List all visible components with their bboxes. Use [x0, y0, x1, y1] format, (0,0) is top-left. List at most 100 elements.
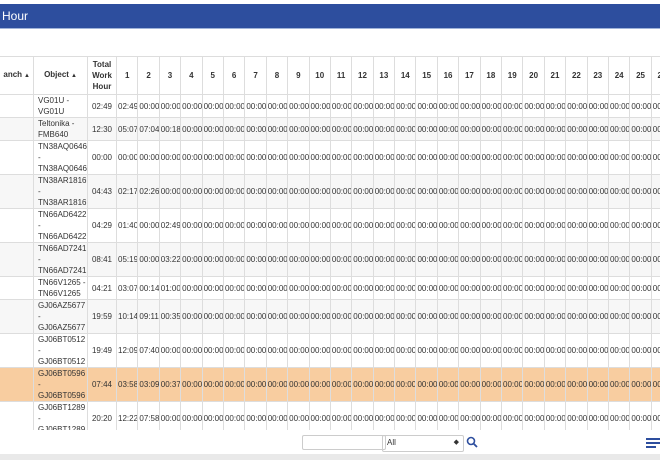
cell-branch: neethan	[0, 276, 34, 300]
cell-day-hours: 00:00	[479, 367, 503, 402]
table-row[interactable]: neethanTN66V1265 - TN66V126504:2103:0700…	[0, 276, 660, 300]
menu-icon[interactable]	[646, 437, 660, 449]
cell-day-hours: 00:00	[565, 208, 588, 243]
cell-day-hours: 00:00	[629, 242, 652, 277]
column-header-day[interactable]: 19	[501, 56, 524, 95]
column-header-day[interactable]: 25	[629, 56, 652, 95]
column-header-day[interactable]: 22	[565, 56, 588, 95]
cell-day-hours: 00:00	[458, 94, 481, 118]
column-header-day[interactable]: 16	[436, 56, 460, 95]
cell-day-hours: 00:00	[436, 208, 460, 243]
cell-day-hours: 00:00	[501, 208, 524, 243]
cell-day-hours: 00:00	[501, 94, 524, 118]
cell-day-hours: 03:58	[115, 367, 139, 402]
cell-total-work-hour: 02:49	[87, 94, 117, 118]
cell-day-hours: 03:22	[158, 242, 182, 277]
cell-total-work-hour: 04:43	[87, 174, 117, 209]
search-input[interactable]	[302, 435, 386, 450]
cell-day-hours: 00:00	[137, 140, 160, 175]
cell-day-hours: 00:00	[329, 276, 353, 300]
cell-object: TN66AD6422 - TN66AD6422	[33, 208, 88, 243]
cell-day-hours: 00:00	[265, 401, 289, 430]
cell-day-hours: 00:00	[650, 174, 660, 209]
column-header-day[interactable]: 8	[265, 56, 289, 95]
column-header-branch[interactable]: anch ▲	[0, 56, 34, 95]
cell-object: GJ06BT0596 - GJ06BT0596	[33, 367, 88, 402]
cell-day-hours: 00:00	[436, 242, 460, 277]
column-header-day[interactable]: 4	[180, 56, 203, 95]
column-header-day[interactable]: 5	[201, 56, 224, 95]
cell-object: TN66AD7241 - TN66AD7241	[33, 242, 88, 277]
cell-day-hours: 00:00	[180, 401, 203, 430]
cell-day-hours: 00:00	[222, 333, 246, 368]
cell-day-hours: 00:00	[565, 174, 588, 209]
bottom-scrollbar[interactable]	[0, 454, 660, 460]
cell-day-hours: 00:00	[607, 174, 631, 209]
table-row[interactable]: DemoGJ06AZ5677 - GJ06AZ567719:5910:1409:…	[0, 299, 660, 334]
cell-day-hours: 00:00	[222, 94, 246, 118]
cell-day-hours: 00:00	[501, 140, 524, 175]
table-row[interactable]: neethanTN66AD6422 - TN66AD642204:2901:40…	[0, 208, 660, 243]
cell-day-hours: 00:00	[629, 94, 652, 118]
cell-day-hours: 00:00	[158, 94, 182, 118]
column-header-day[interactable]: 18	[479, 56, 503, 95]
cell-day-hours: 00:00	[372, 333, 396, 368]
cell-day-hours: 00:00	[607, 401, 631, 430]
table-row[interactable]: DemoGJ06BT0512 - GJ06BT051219:4912:0907:…	[0, 333, 660, 368]
cell-day-hours: 00:00	[372, 208, 396, 243]
cell-day-hours: 00:00	[501, 174, 524, 209]
table-row[interactable]: pany qeebTeltonika - FMB64012:3005:0707:…	[0, 117, 660, 141]
table-row[interactable]: DemoGJ06BT0596 - GJ06BT059607:4403:5803:…	[0, 367, 660, 402]
cell-day-hours: 00:00	[394, 333, 417, 368]
cell-day-hours: 00:00	[458, 333, 481, 368]
cell-day-hours: 00:00	[394, 174, 417, 209]
table-header-row: anch ▲ Object ▲ Total Work Hour 1234567891…	[0, 56, 660, 95]
cell-day-hours: 00:00	[629, 140, 652, 175]
cell-day-hours: 00:00	[607, 208, 631, 243]
cell-day-hours: 00:00	[308, 94, 331, 118]
cell-day-hours: 00:00	[351, 401, 374, 430]
cell-day-hours: 00:00	[479, 276, 503, 300]
column-header-day[interactable]: 9	[287, 56, 310, 95]
table-row[interactable]: DemoGJ06BT1289 - GJ06BT128920:2012:2207:…	[0, 401, 660, 430]
cell-day-hours: 03:07	[115, 276, 139, 300]
column-header-day[interactable]: 2	[137, 56, 160, 95]
table-row[interactable]: neethanTN38AQ0646 - TN38AQ064600:0000:00…	[0, 140, 660, 175]
cell-day-hours: 00:00	[458, 367, 481, 402]
cell-day-hours: 00:00	[629, 401, 652, 430]
search-icon[interactable]	[466, 436, 478, 448]
column-header-day[interactable]: 21	[543, 56, 567, 95]
column-header-day[interactable]: 11	[329, 56, 353, 95]
column-header-day[interactable]: 23	[586, 56, 609, 95]
cell-day-hours: 00:00	[650, 401, 660, 430]
table-row[interactable]: airVG01U - VG01U02:4902:4900:0000:0000:0…	[0, 94, 660, 118]
cell-day-hours: 00:00	[158, 401, 182, 430]
column-header-day[interactable]: 26	[650, 56, 660, 95]
column-header-day[interactable]: 12	[351, 56, 374, 95]
column-header-day[interactable]: 14	[394, 56, 417, 95]
table-row[interactable]: neethanTN38AR1816 - TN38AR181604:4302:17…	[0, 174, 660, 209]
column-header-object[interactable]: Object ▲	[33, 56, 88, 95]
cell-day-hours: 02:49	[158, 208, 182, 243]
column-header-day[interactable]: 10	[308, 56, 331, 95]
cell-day-hours: 00:00	[394, 242, 417, 277]
column-header-day[interactable]: 24	[607, 56, 631, 95]
column-header-day[interactable]: 17	[458, 56, 481, 95]
column-header-day[interactable]: 20	[522, 56, 545, 95]
column-header-day[interactable]: 6	[222, 56, 246, 95]
column-header-day[interactable]: 13	[372, 56, 396, 95]
cell-day-hours: 00:00	[436, 401, 460, 430]
column-header-total-work-hour[interactable]: Total Work Hour	[87, 56, 117, 95]
cell-day-hours: 00:00	[372, 140, 396, 175]
cell-day-hours: 00:00	[222, 367, 246, 402]
cell-day-hours: 00:00	[329, 140, 353, 175]
cell-branch: neethan	[0, 140, 34, 175]
column-header-day[interactable]: 7	[244, 56, 267, 95]
table-row[interactable]: neethanTN66AD7241 - TN66AD724108:4105:19…	[0, 242, 660, 277]
filter-select[interactable]: All ◆	[382, 435, 464, 452]
column-header-day[interactable]: 15	[415, 56, 438, 95]
column-header-day[interactable]: 1	[115, 56, 139, 95]
cell-day-hours: 00:00	[201, 174, 224, 209]
column-header-day[interactable]: 3	[158, 56, 182, 95]
cell-day-hours: 00:00	[479, 94, 503, 118]
